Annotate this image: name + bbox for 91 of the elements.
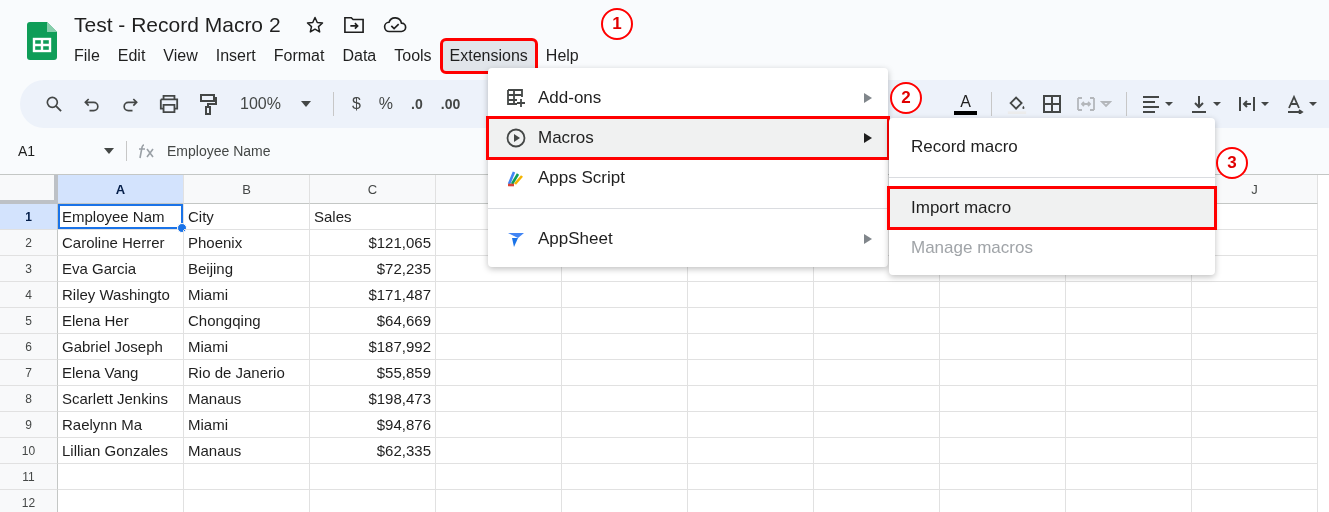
- cloud-check-icon[interactable]: [382, 14, 407, 35]
- table-cell: Miami: [184, 412, 310, 438]
- add-ons-icon: [506, 88, 526, 108]
- menu-item[interactable]: Extensions: [441, 40, 536, 72]
- menu-item[interactable]: Format: [265, 40, 333, 72]
- row-header[interactable]: 10: [0, 438, 58, 464]
- row-header[interactable]: 6: [0, 334, 58, 360]
- table-cell: Sales: [310, 204, 436, 230]
- text-rotation-icon[interactable]: [1285, 94, 1319, 114]
- currency-format-button[interactable]: $: [351, 95, 361, 113]
- table-cell: Scarlett Jenkins: [58, 386, 184, 412]
- table-cell: Miami: [184, 282, 310, 308]
- table-cell: $62,335: [310, 438, 436, 464]
- table-cell: Riley Washingto: [58, 282, 184, 308]
- step-number-badge: 3: [1216, 147, 1248, 179]
- print-icon[interactable]: [158, 94, 180, 114]
- menu-item[interactable]: Macros: [488, 118, 888, 158]
- menu-item[interactable]: Edit: [109, 40, 154, 72]
- submenu-arrow-icon: [864, 93, 872, 103]
- row-header[interactable]: 9: [0, 412, 58, 438]
- menu-item[interactable]: Help: [537, 40, 587, 72]
- column-header[interactable]: B: [184, 175, 310, 204]
- menu-item[interactable]: Insert: [207, 40, 264, 72]
- menu-item[interactable]: Data: [334, 40, 385, 72]
- table-cell: Rio de Janerio: [184, 360, 310, 386]
- caret-icon: [300, 101, 311, 107]
- table-cell: $171,487: [310, 282, 436, 308]
- text-wrap-icon[interactable]: [1237, 94, 1271, 114]
- menu-item[interactable]: Apps Script: [488, 158, 888, 198]
- table-cell: Chongqing: [184, 308, 310, 334]
- cell-reference-field[interactable]: A1: [18, 143, 104, 159]
- table-cell: Manaus: [184, 386, 310, 412]
- table-cell: Manaus: [184, 438, 310, 464]
- table-cell: Raelynn Ma: [58, 412, 184, 438]
- percent-format-button[interactable]: %: [378, 95, 394, 113]
- caret-icon[interactable]: [104, 148, 114, 154]
- align-left-icon[interactable]: [1141, 94, 1175, 114]
- step-number-badge: 1: [601, 8, 633, 40]
- function-icon: [137, 143, 157, 159]
- table-cell: Elena Vang: [58, 360, 184, 386]
- play-circle-icon: [506, 128, 526, 148]
- table-cell: Phoenix: [184, 230, 310, 256]
- table-cell: Employee Nam: [58, 204, 184, 230]
- table-cell: $72,235: [310, 256, 436, 282]
- row-header[interactable]: 4: [0, 282, 58, 308]
- zoom-dropdown[interactable]: 100%: [236, 95, 315, 113]
- column-header[interactable]: A: [58, 175, 184, 204]
- menu-item[interactable]: View: [155, 40, 206, 72]
- paint-format-icon[interactable]: [198, 93, 218, 115]
- menu-item[interactable]: Record macro: [889, 127, 1215, 167]
- row-header[interactable]: 12: [0, 490, 58, 512]
- row-header[interactable]: 3: [0, 256, 58, 282]
- row-header[interactable]: 2: [0, 230, 58, 256]
- borders-icon[interactable]: [1042, 94, 1062, 114]
- row-header[interactable]: 7: [0, 360, 58, 386]
- table-cell: $187,992: [310, 334, 436, 360]
- menu-item[interactable]: Import macro: [889, 188, 1215, 228]
- table-cell: Eva Garcia: [58, 256, 184, 282]
- menu-item[interactable]: Tools: [386, 40, 440, 72]
- column-header[interactable]: C: [310, 175, 436, 204]
- row-header[interactable]: 8: [0, 386, 58, 412]
- submenu-arrow-icon: [864, 133, 872, 143]
- table-cell: Gabriel Joseph: [58, 334, 184, 360]
- vertical-align-icon[interactable]: [1189, 94, 1223, 114]
- table-cell: Miami: [184, 334, 310, 360]
- star-icon[interactable]: [304, 14, 325, 35]
- move-folder-icon[interactable]: [342, 14, 365, 35]
- sheets-logo-icon[interactable]: [27, 22, 57, 60]
- table-cell: $55,859: [310, 360, 436, 386]
- table-cell: $121,065: [310, 230, 436, 256]
- table-cell: $198,473: [310, 386, 436, 412]
- table-cell: Caroline Herrer: [58, 230, 184, 256]
- table-cell: City: [184, 204, 310, 230]
- row-header[interactable]: 11: [0, 464, 58, 490]
- table-cell: $94,876: [310, 412, 436, 438]
- document-title[interactable]: Test - Record Macro 2: [74, 12, 281, 37]
- search-icon[interactable]: [44, 94, 64, 114]
- decrease-decimals-button[interactable]: .0: [411, 96, 423, 112]
- table-cell: Elena Her: [58, 308, 184, 334]
- row-header[interactable]: 5: [0, 308, 58, 334]
- submenu-arrow-icon: [864, 234, 872, 244]
- table-cell: $64,669: [310, 308, 436, 334]
- merge-cells-icon[interactable]: [1076, 94, 1112, 114]
- table-cell: Beijing: [184, 256, 310, 282]
- menu-item[interactable]: Add-ons: [488, 78, 888, 118]
- menu-item[interactable]: File: [66, 40, 108, 72]
- increase-decimals-button[interactable]: .00: [440, 96, 461, 112]
- formula-input[interactable]: Employee Name: [167, 143, 271, 159]
- row-header[interactable]: 1: [0, 204, 58, 230]
- menu-item[interactable]: AppSheet: [488, 219, 888, 259]
- table-cell: Lillian Gonzales: [58, 438, 184, 464]
